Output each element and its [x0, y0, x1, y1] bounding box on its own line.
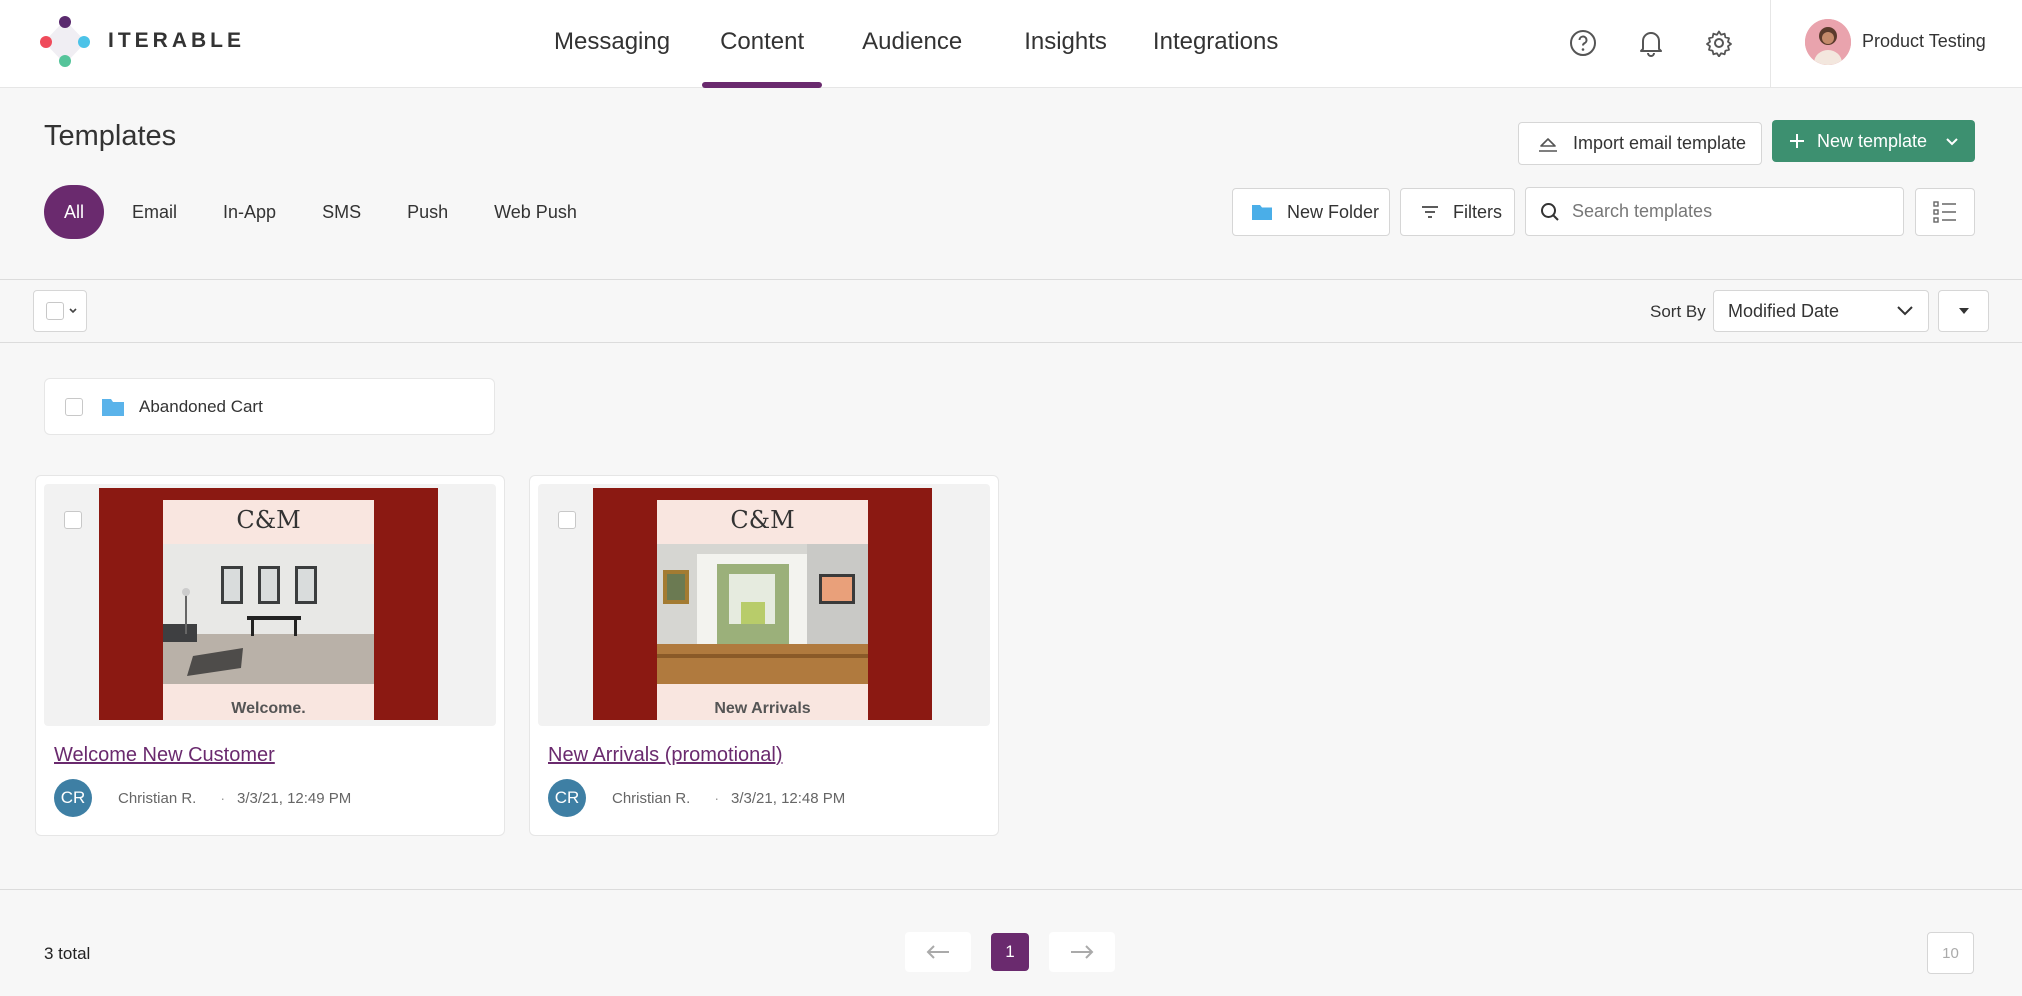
- author-avatar: CR: [54, 779, 92, 817]
- email-preview-image: C&M Welcome.: [99, 488, 438, 720]
- user-avatar[interactable]: [1805, 19, 1851, 65]
- author-name: Christian R.: [118, 789, 197, 807]
- list-view-icon: [1933, 201, 1956, 223]
- folder-checkbox[interactable]: [65, 397, 83, 416]
- arrow-right-icon: [1071, 945, 1094, 959]
- nav-messaging[interactable]: Messaging: [536, 0, 688, 88]
- previous-page-button[interactable]: [905, 932, 971, 972]
- import-email-template-button[interactable]: Import email template: [1518, 122, 1762, 165]
- template-preview[interactable]: C&M Welcome.: [44, 484, 496, 726]
- author-name: Christian R.: [612, 789, 691, 807]
- template-meta: CR Christian R. · 3/3/21, 12:49 PM: [54, 779, 351, 817]
- folder-icon: [1252, 205, 1272, 220]
- header-divider: [0, 279, 2022, 280]
- new-template-label: New template: [1817, 130, 1928, 151]
- email-headline: New Arrivals: [714, 700, 811, 717]
- hallway-photo: [657, 544, 868, 684]
- chevron-down-icon: [1897, 306, 1913, 316]
- page-title: Templates: [44, 120, 177, 152]
- view-toggle-button[interactable]: [1915, 188, 1975, 236]
- nav-integrations[interactable]: Integrations: [1135, 0, 1296, 88]
- modified-date: 3/3/21, 12:49 PM: [237, 789, 352, 807]
- user-name[interactable]: Product Testing: [1862, 31, 1986, 52]
- folder-name: Abandoned Cart: [139, 396, 263, 416]
- tab-push[interactable]: Push: [385, 185, 470, 239]
- new-folder-button[interactable]: New Folder: [1232, 188, 1390, 236]
- template-preview[interactable]: C&M New Arrivals: [538, 484, 990, 726]
- tab-in-app[interactable]: In-App: [201, 185, 298, 239]
- tab-sms[interactable]: SMS: [300, 185, 383, 239]
- bell-icon[interactable]: [1630, 22, 1672, 64]
- nav-divider: [1770, 0, 1771, 88]
- modified-date: 3/3/21, 12:48 PM: [731, 789, 846, 807]
- toolbar-divider: [0, 342, 2022, 343]
- brand-name: ITERABLE: [108, 29, 245, 52]
- chevron-down-icon: [69, 308, 77, 314]
- template-card[interactable]: C&M New Arrivals New Arrivals (promotion…: [529, 475, 999, 836]
- page-number-button[interactable]: 1: [991, 933, 1029, 971]
- total-count: 3 total: [44, 944, 91, 963]
- room-photo: [163, 544, 374, 684]
- nav-audience[interactable]: Audience: [844, 0, 980, 88]
- template-name-link[interactable]: Welcome New Customer: [54, 744, 275, 767]
- email-headline: Welcome.: [231, 700, 306, 717]
- sort-direction-button[interactable]: [1938, 290, 1989, 332]
- arrow-left-icon: [926, 945, 949, 959]
- filters-button[interactable]: Filters: [1400, 188, 1515, 236]
- nav-insights[interactable]: Insights: [1006, 0, 1125, 88]
- sort-by-value: Modified Date: [1728, 300, 1840, 321]
- main-nav: Messaging Content Audience Insights Inte…: [536, 0, 1310, 88]
- sort-by-label: Sort By: [1650, 302, 1706, 321]
- template-meta: CR Christian R. · 3/3/21, 12:48 PM: [548, 779, 845, 817]
- template-checkbox[interactable]: [64, 511, 82, 529]
- caret-down-icon: [1958, 308, 1969, 314]
- folder-icon: [102, 398, 124, 416]
- sort-by-select[interactable]: Modified Date: [1713, 290, 1929, 332]
- search-templates-field[interactable]: [1525, 187, 1904, 236]
- gear-icon[interactable]: [1698, 22, 1740, 64]
- template-type-tabs: All Email In-App SMS Push Web Push: [44, 185, 601, 239]
- tab-web-push[interactable]: Web Push: [472, 185, 599, 239]
- filter-icon: [1422, 206, 1438, 218]
- author-avatar: CR: [548, 779, 586, 817]
- nav-content[interactable]: Content: [702, 0, 823, 88]
- page-size-selector[interactable]: 10: [1927, 932, 1974, 974]
- chevron-down-icon[interactable]: [1945, 136, 1959, 146]
- filters-label: Filters: [1453, 201, 1502, 222]
- select-all-checkbox[interactable]: [46, 302, 64, 320]
- help-icon[interactable]: [1562, 22, 1604, 64]
- new-template-button[interactable]: New template: [1772, 120, 1975, 162]
- email-brand-logo: C&M: [236, 506, 301, 534]
- tab-email[interactable]: Email: [110, 185, 199, 239]
- footer-divider: [0, 889, 2022, 890]
- folder-card[interactable]: Abandoned Cart: [44, 378, 495, 435]
- iterable-logo-icon[interactable]: [38, 16, 92, 68]
- search-icon: [1541, 202, 1559, 221]
- import-icon: [1539, 137, 1557, 152]
- email-brand-logo: C&M: [730, 506, 795, 534]
- template-checkbox[interactable]: [558, 511, 576, 529]
- next-page-button[interactable]: [1049, 932, 1115, 972]
- meta-separator: ·: [220, 790, 226, 806]
- select-all-dropdown[interactable]: [33, 290, 87, 332]
- new-folder-label: New Folder: [1287, 201, 1380, 222]
- import-button-label: Import email template: [1573, 133, 1747, 153]
- template-name-link[interactable]: New Arrivals (promotional): [548, 744, 783, 767]
- email-preview-image: C&M New Arrivals: [593, 488, 932, 720]
- tab-all[interactable]: All: [44, 185, 105, 239]
- plus-icon: [1790, 134, 1804, 148]
- search-input[interactable]: [1572, 201, 1892, 222]
- template-card[interactable]: C&M Welcome. Welcome New Customer CR Chr…: [35, 475, 505, 836]
- top-navbar: ITERABLE Messaging Content Audience Insi…: [0, 0, 2022, 88]
- meta-separator: ·: [714, 790, 720, 806]
